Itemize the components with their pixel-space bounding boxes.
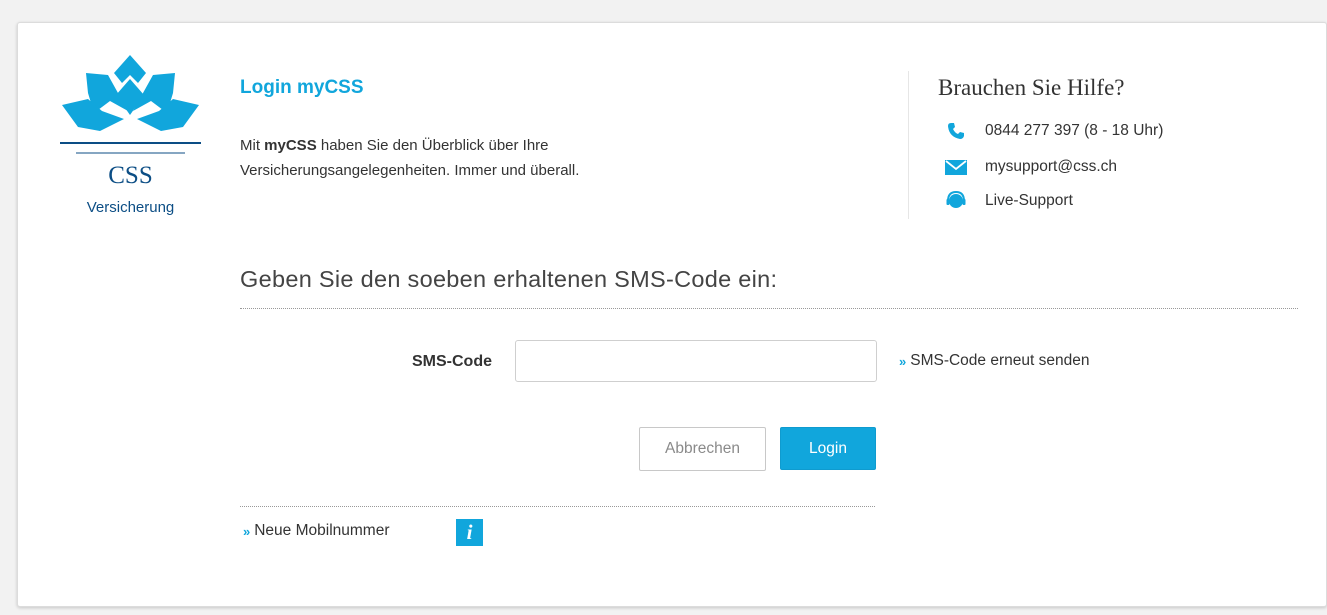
login-card: CSS Versicherung Login myCSS Mit myCSS h… — [17, 22, 1327, 607]
vertical-divider — [908, 71, 909, 219]
sms-heading: Geben Sie den soeben erhaltenen SMS-Code… — [240, 266, 778, 292]
css-logo-mark-icon — [60, 55, 201, 154]
chevron-right-icon: » — [243, 523, 250, 539]
new-mobile-number-label: Neue Mobilnummer — [254, 522, 390, 539]
help-live-support-text: Live-Support — [985, 192, 1073, 209]
login-button[interactable]: Login — [780, 427, 876, 470]
phone-icon — [944, 121, 968, 141]
logo-wordmark: CSS — [108, 162, 153, 189]
new-mobile-number-link[interactable]: » Neue Mobilnummer — [243, 522, 389, 540]
heading-divider — [240, 308, 1298, 309]
chevron-right-icon: » — [899, 353, 906, 369]
info-icon[interactable]: i — [456, 519, 483, 546]
help-phone[interactable]: 0844 277 397 (8 - 18 Uhr) — [944, 121, 1163, 141]
intro-line2: Versicherungsangelegenheiten. Immer und … — [240, 162, 580, 179]
bottom-divider — [240, 506, 875, 507]
mail-icon — [944, 157, 968, 177]
resend-sms-label: SMS-Code erneut senden — [910, 352, 1090, 369]
resend-sms-link[interactable]: » SMS-Code erneut senden — [899, 352, 1089, 370]
css-logo: CSS Versicherung — [58, 53, 203, 216]
cancel-button[interactable]: Abbrechen — [639, 427, 766, 471]
sms-code-input[interactable] — [515, 340, 877, 382]
help-title: Brauchen Sie Hilfe? — [938, 75, 1125, 100]
help-phone-text: 0844 277 397 (8 - 18 Uhr) — [985, 122, 1164, 139]
logo-subtitle: Versicherung — [86, 199, 175, 216]
help-live-support[interactable]: Live-Support — [944, 190, 1073, 211]
live-support-icon — [944, 190, 968, 211]
intro-brand: myCSS — [264, 137, 317, 154]
help-email[interactable]: mysupport@css.ch — [944, 157, 1117, 177]
help-email-text: mysupport@css.ch — [985, 158, 1118, 175]
intro-prefix: Mit — [240, 137, 265, 154]
page-title: Login myCSS — [240, 77, 364, 98]
intro-text: Mit myCSS haben Sie den Überblick über I… — [240, 133, 740, 183]
intro-line1-rest: haben Sie den Überblick über Ihre — [316, 137, 549, 154]
sms-code-label: SMS-Code — [412, 353, 492, 370]
